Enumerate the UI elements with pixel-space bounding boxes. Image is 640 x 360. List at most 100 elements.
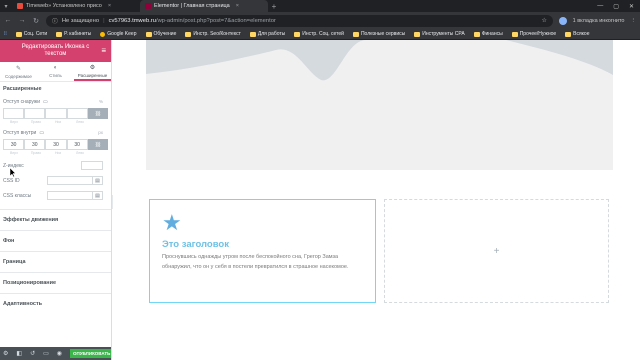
bookmark-item[interactable]: Полезные сервисы bbox=[352, 31, 405, 37]
panel-title: Редактировать Иконка с текстом bbox=[21, 44, 90, 57]
browser-tab-strip: ▾ Timeweb» Установлено присо × Elementor… bbox=[0, 0, 640, 12]
folder-icon bbox=[294, 31, 301, 37]
bookmark-item[interactable]: Обучение bbox=[145, 31, 177, 37]
bookmarks-bar: ⁞⁞ Соц. Сети Р. кабинеты Google Keep Обу… bbox=[0, 29, 640, 40]
bookmark-item[interactable]: Инстр. Соц. сетей bbox=[294, 31, 344, 37]
bookmark-label: Прочее/Нужное bbox=[519, 31, 557, 37]
menu-dots-icon[interactable]: ⋮ bbox=[631, 18, 637, 24]
new-tab-button[interactable]: + bbox=[270, 2, 278, 11]
folder-icon bbox=[473, 31, 480, 37]
bookmark-item[interactable]: Р. кабинеты bbox=[56, 31, 91, 37]
settings-icon[interactable]: ⚙ bbox=[3, 350, 8, 357]
browser-tab-timeweb[interactable]: Timeweb» Установлено присо × bbox=[12, 0, 140, 12]
image-placeholder[interactable] bbox=[146, 40, 613, 170]
folder-icon bbox=[511, 31, 518, 37]
dynamic-tags-icon[interactable]: ▤ bbox=[93, 176, 103, 185]
section-advanced-title[interactable]: Расширенные bbox=[0, 82, 111, 96]
bookmark-item[interactable]: Прочее/Нужное bbox=[511, 31, 557, 37]
desktop-icon[interactable]: ▭ bbox=[39, 130, 44, 136]
layers-icon[interactable]: ◧ bbox=[16, 350, 22, 357]
tab-content[interactable]: ✎ Содержимое bbox=[0, 62, 37, 81]
publish-button[interactable]: ОПУБЛИКОВАТЬ ▴ bbox=[70, 349, 111, 358]
padding-top-input[interactable]: 30 bbox=[3, 139, 25, 150]
responsive-icon[interactable]: ▭ bbox=[43, 350, 49, 357]
bookmark-label: Инстр. Seo/Контекст bbox=[193, 31, 241, 37]
forward-icon[interactable]: → bbox=[18, 17, 26, 24]
bookmark-item[interactable]: Всякое bbox=[565, 31, 590, 37]
minimize-icon[interactable]: — bbox=[597, 3, 603, 10]
bookmark-label: Инструменты CPA bbox=[422, 31, 465, 37]
bookmark-item[interactable]: Для работы bbox=[249, 31, 285, 37]
star-icon: ★ bbox=[162, 210, 182, 235]
elementor-panel: Редактировать Иконка с текстом ≡ ✎ Содер… bbox=[0, 40, 112, 360]
padding-unit[interactable]: px bbox=[98, 130, 103, 135]
css-classes-label: CSS классы bbox=[3, 192, 32, 199]
back-icon[interactable]: ← bbox=[4, 17, 12, 24]
panel-footer: ⚙ ◧ ↺ ▭ ◉ ОПУБЛИКОВАТЬ ▴ bbox=[0, 347, 111, 360]
bookmark-label: Р. кабинеты bbox=[64, 31, 92, 37]
link-values-icon[interactable]: ⛓ bbox=[87, 108, 108, 119]
close-tab-icon[interactable]: × bbox=[108, 3, 111, 9]
empty-column[interactable]: + bbox=[384, 199, 609, 303]
apps-icon[interactable]: ⁞⁞ bbox=[4, 31, 7, 37]
z-index-input[interactable] bbox=[81, 161, 103, 170]
tab-title: Elementor | Главная страница bbox=[154, 3, 230, 9]
desktop-icon[interactable]: ▭ bbox=[43, 99, 48, 105]
warning-icon[interactable]: ⓘ bbox=[52, 16, 58, 25]
bookmark-label: Всякое bbox=[573, 31, 590, 37]
margin-unit[interactable]: % bbox=[99, 99, 103, 104]
section-positioning[interactable]: Позиционирование bbox=[0, 272, 111, 293]
add-element-icon[interactable]: + bbox=[494, 246, 500, 257]
z-index-row: Z-индекс bbox=[0, 158, 111, 173]
folder-icon bbox=[145, 31, 152, 37]
bookmark-label: Обучение bbox=[153, 31, 177, 37]
url-field[interactable]: ⓘ Не защищено | cv57963.tmweb.ru/wp-admi… bbox=[46, 14, 553, 27]
section-responsive[interactable]: Адаптивность bbox=[0, 293, 111, 314]
icon-box-widget[interactable]: ★ Это заголовок Проснувшись однажды утро… bbox=[149, 199, 376, 303]
padding-left-input[interactable]: 30 bbox=[66, 139, 88, 150]
incognito-icon bbox=[558, 16, 567, 25]
bookmark-label: Соц. Сети bbox=[23, 31, 48, 37]
window-controls: — ▢ ✕ bbox=[597, 3, 640, 10]
tab-advanced[interactable]: ⚙ Расширенные bbox=[74, 62, 111, 81]
reload-icon[interactable]: ↻ bbox=[32, 17, 40, 25]
margin-bottom-input[interactable] bbox=[45, 108, 67, 119]
margin-right-input[interactable] bbox=[24, 108, 46, 119]
bookmark-item[interactable]: Google Keep bbox=[100, 31, 137, 37]
tab-search-icon[interactable]: ▾ bbox=[2, 2, 10, 10]
history-icon[interactable]: ↺ bbox=[30, 350, 35, 357]
bookmark-star-icon[interactable]: ☆ bbox=[541, 18, 546, 24]
margin-inputs: ⛓ bbox=[3, 108, 108, 119]
separator: | bbox=[103, 17, 105, 24]
section-motion-effects[interactable]: Эффекты движения bbox=[0, 209, 111, 230]
close-window-icon[interactable]: ✕ bbox=[629, 3, 634, 10]
elementor-favicon bbox=[145, 3, 151, 9]
profile-area[interactable]: 1 вкладка инкогнито ⋮ bbox=[558, 16, 637, 25]
bookmark-item[interactable]: Инстр. Seo/Контекст bbox=[185, 31, 241, 37]
tab-style[interactable]: ◐ Стиль bbox=[37, 62, 74, 81]
bookmark-item[interactable]: Соц. Сети bbox=[15, 31, 48, 37]
padding-bottom-input[interactable]: 30 bbox=[45, 139, 67, 150]
browser-tab-elementor[interactable]: Elementor | Главная страница × bbox=[140, 0, 268, 12]
hamburger-icon[interactable]: ≡ bbox=[101, 47, 106, 55]
margin-left-input[interactable] bbox=[66, 108, 88, 119]
padding-label: Отступ внутри bbox=[3, 130, 37, 136]
bookmark-item[interactable]: Инструменты CPA bbox=[414, 31, 465, 37]
css-classes-input[interactable] bbox=[47, 191, 93, 200]
preview-icon[interactable]: ◉ bbox=[57, 350, 62, 357]
folder-icon bbox=[56, 31, 63, 37]
margin-top-input[interactable] bbox=[3, 108, 25, 119]
link-values-icon[interactable]: ⛓ bbox=[87, 139, 108, 150]
folder-icon bbox=[249, 31, 256, 37]
tab-label: Стиль bbox=[49, 73, 62, 78]
section-border[interactable]: Граница bbox=[0, 251, 111, 272]
bookmark-item[interactable]: Финансы bbox=[473, 31, 503, 37]
dynamic-tags-icon[interactable]: ▤ bbox=[93, 191, 103, 200]
tab-label: Расширенные bbox=[77, 72, 108, 78]
maximize-icon[interactable]: ▢ bbox=[613, 3, 619, 10]
css-id-input[interactable] bbox=[47, 176, 93, 185]
section-background[interactable]: Фон bbox=[0, 230, 111, 251]
padding-right-input[interactable]: 30 bbox=[24, 139, 46, 150]
close-tab-icon[interactable]: × bbox=[236, 3, 239, 9]
mouse-cursor-icon bbox=[10, 168, 16, 177]
